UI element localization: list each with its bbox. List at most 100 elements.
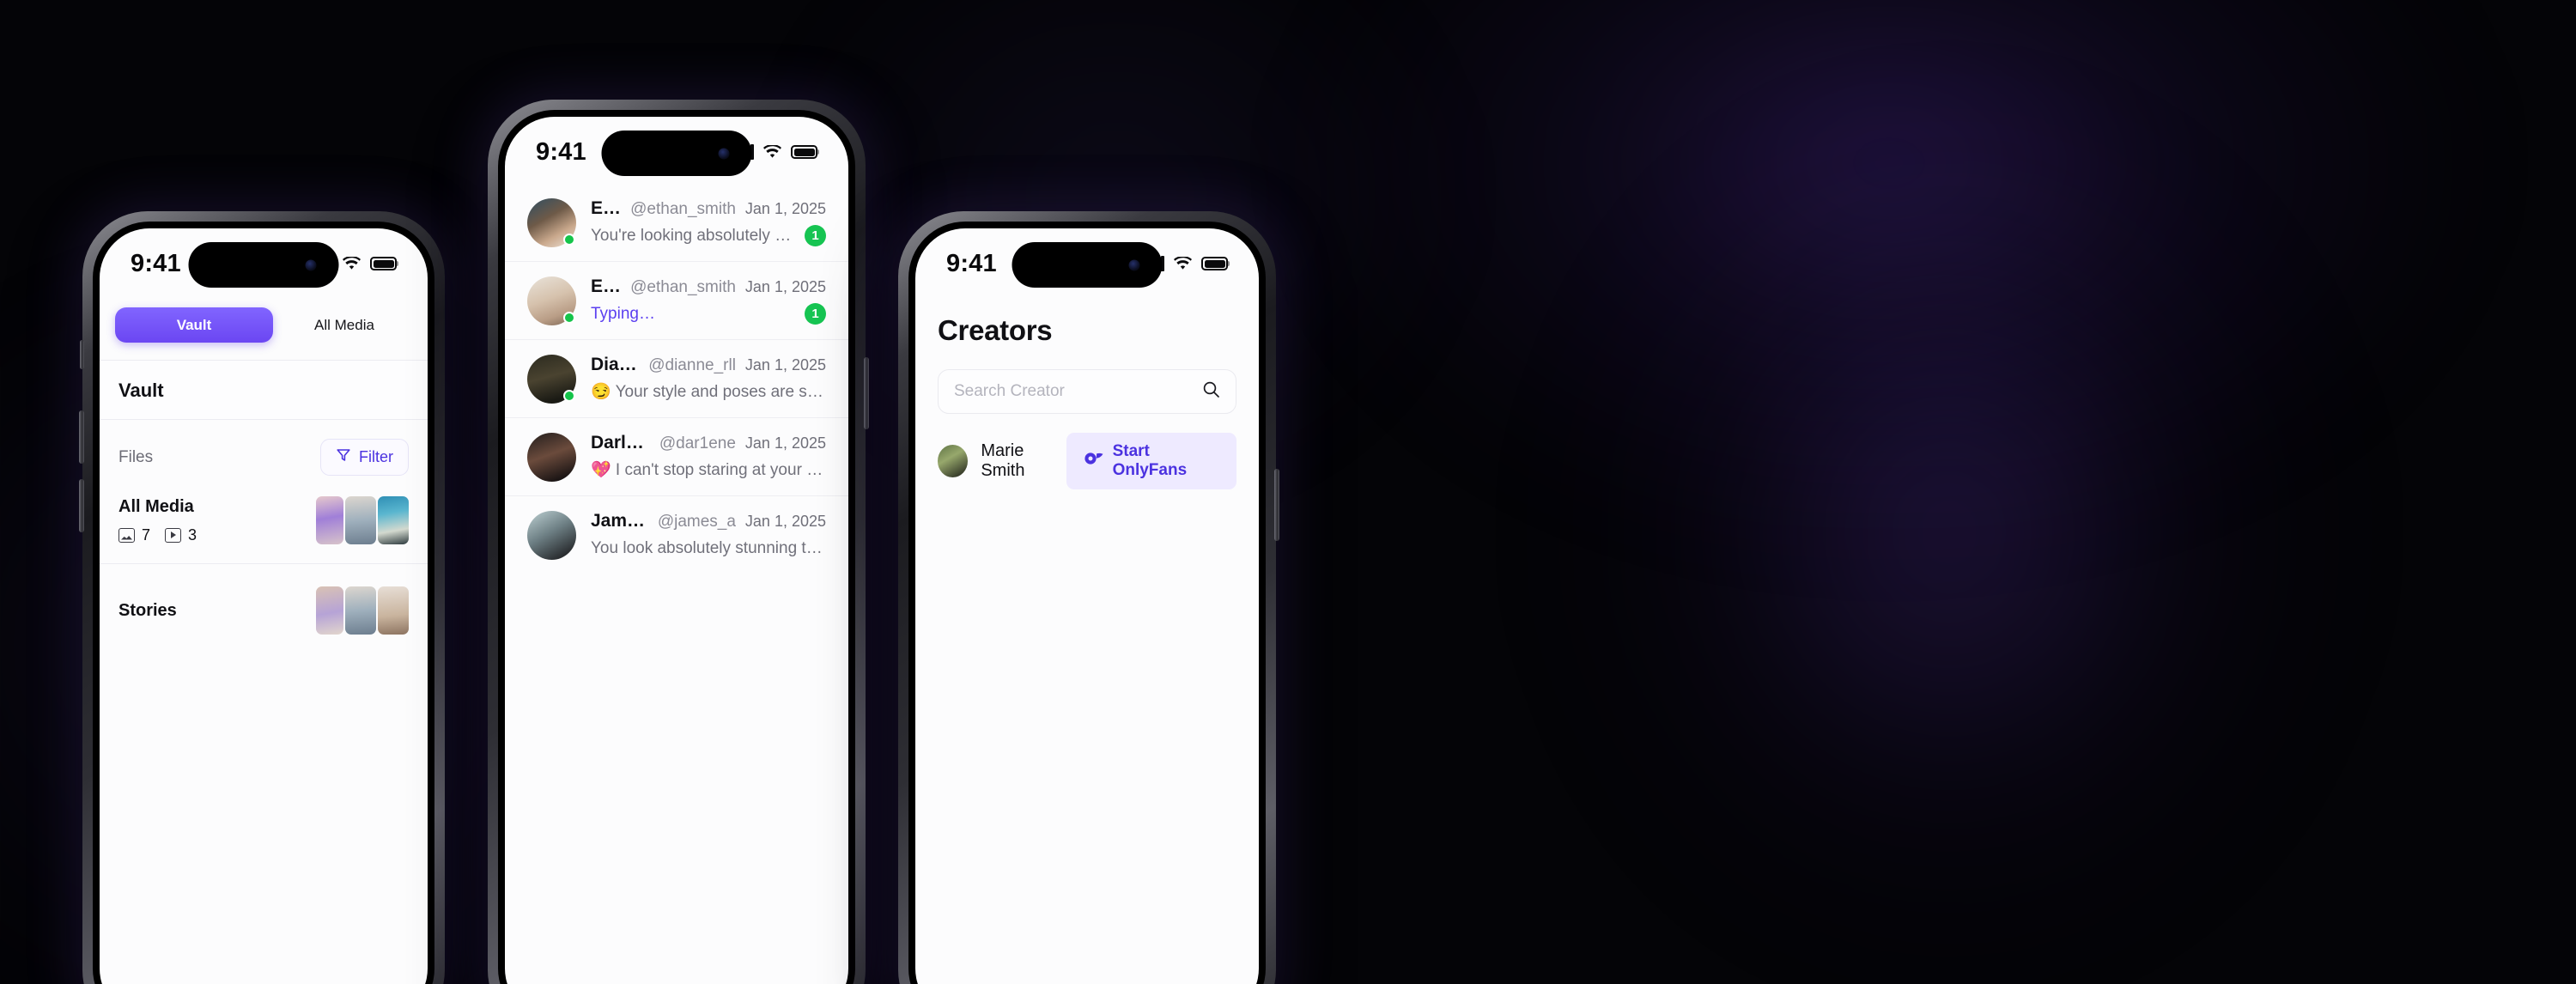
creator-name: Marie Smith [981,441,1025,480]
thumbnail [345,496,376,544]
search-creator-field[interactable] [938,369,1236,414]
front-camera-icon [718,148,730,159]
status-time: 9:41 [946,249,997,277]
conversation-row[interactable]: Darlene Robert… @dar1ene Jan 1, 2025 💖 I… [505,418,848,496]
thumbnail [316,586,343,635]
phone-center-screen: 9:41 Eth @ethan_smith Jan 1, 2025 You're… [505,117,848,984]
page-title-vault: Vault [100,360,428,420]
dynamic-island [188,242,339,288]
filter-button[interactable]: Filter [320,439,409,476]
battery-icon [1201,257,1228,270]
status-bar-right: 9:41 [915,228,1259,295]
wifi-icon [343,257,361,270]
conversation-handle: @dar1ene [659,434,736,453]
online-status-dot [563,312,575,324]
status-time: 9:41 [536,137,586,166]
conversation-date: Jan 1, 2025 [744,356,826,374]
vault-item-stories[interactable]: Stories [100,564,428,635]
battery-icon [370,257,397,270]
conversation-handle: @ethan_smith [630,278,736,296]
thumbnail [378,586,409,635]
wifi-icon [1174,257,1192,270]
funnel-filter-icon [336,447,351,467]
front-camera-icon [1128,259,1140,270]
battery-icon [791,145,817,159]
status-time: 9:41 [131,249,181,277]
photo-count: 7 [142,525,151,544]
conversation-date: Jan 1, 2025 [744,434,826,452]
conversation-handle: @james_a [657,513,736,531]
conversation-name: James Anderson [591,511,648,531]
conversation-row[interactable]: James Anderson @james_a Jan 1, 2025 You … [505,496,848,574]
vault-item-thumbnails [316,496,409,544]
search-input[interactable] [954,382,1202,401]
conversation-date: Jan 1, 2025 [744,278,826,295]
phone-left-screen: 9:41 Vault All Media Vault Files Filter … [100,228,428,984]
conversation-handle: @ethan_smith [630,200,736,218]
video-play-icon [165,527,182,543]
thumbnail [316,496,343,544]
phone-left-volume-down [79,479,84,532]
conversation-name: Ethan Smith [591,198,621,218]
page-title-creators: Creators [938,314,1053,346]
phone-mockup-center: 9:41 Eth @ethan_smith Jan 1, 2025 You're… [488,100,869,984]
tab-vault[interactable]: Vault [115,307,273,343]
phone-mockup-right: 9:41 Creators Search Creator Marie Smith… [898,211,1279,984]
tab-all-media[interactable]: All Media [276,307,412,343]
conversation-row[interactable]: Ethan Smith @ethan_smith Jan 1, 2025 Typ… [505,262,848,340]
background-glow-top-right [1288,0,2490,550]
conversation-preview: 💖 I can't stop staring at your photos—th… [591,461,826,479]
conversation-preview: You look absolutely stunning today 😍. I … [591,539,826,557]
background-glow-right [1563,103,2336,962]
avatar [527,433,576,482]
unread-badge: 1 [805,225,826,246]
start-onlyfans-label: Start OnlyFans [1112,442,1188,479]
thumbnail [378,496,409,544]
conversation-list: Ethan Smith @ethan_smith Jan 1, 2025 You… [505,184,848,574]
status-bar-left: 9:41 [100,228,428,295]
conversation-date: Jan 1, 2025 [744,513,826,530]
conversation-handle: @dianne_rll [648,356,736,374]
online-status-dot [563,234,575,246]
conversation-preview: You're looking absolutely gorgeous to… [591,226,796,245]
vault-item-counts: 7 3 [118,526,197,544]
onlyfans-logo-icon [1084,451,1103,471]
conversation-row[interactable]: Ethan Smith @ethan_smith Jan 1, 2025 You… [505,184,848,262]
phone-right-power-button [1274,469,1279,541]
dynamic-island [1012,242,1163,288]
phone-left-volume-up [79,410,84,464]
avatar [527,511,576,560]
phone-mockup-left: 9:41 Vault All Media Vault Files Filter … [79,211,445,984]
conversation-row[interactable]: Dianne Russell @dianne_rll Jan 1, 2025 😏… [505,340,848,418]
vault-segmented-control: Vault All Media [100,295,428,360]
front-camera-icon [305,259,317,270]
phone-center-power-button [864,357,869,429]
video-count: 3 [188,525,197,544]
avatar [938,445,969,477]
phone-left-silent-switch [80,340,84,369]
conversation-preview: 😏 Your style and poses are so unique, an… [591,383,826,401]
photo-icon [118,527,135,543]
conversation-name: Ethan Smith [591,276,621,296]
vault-item-thumbnails [316,586,409,635]
filter-button-label: Filter [359,448,393,465]
dynamic-island [601,131,752,176]
status-bar-center: 9:41 [505,117,848,184]
search-icon[interactable] [1202,380,1220,403]
conversation-preview: Typing… [591,304,655,323]
start-onlyfans-button[interactable]: Start OnlyFans [1066,433,1236,489]
vault-item-title: Stories [118,600,177,620]
conversation-date: Jan 1, 2025 [744,200,826,217]
wifi-icon [763,145,781,159]
vault-item-all-media[interactable]: All Media 7 3 [100,491,428,564]
vault-item-title: All Media [118,496,194,516]
conversation-name: Darlene Robert… [591,433,650,453]
files-label: Files [118,447,154,466]
unread-badge: 1 [805,303,826,325]
online-status-dot [563,390,575,402]
files-toolbar: Files Filter [100,420,428,491]
conversation-name: Dianne Russell [591,355,639,374]
phone-right-screen: 9:41 Creators Search Creator Marie Smith… [915,228,1259,984]
thumbnail [345,586,376,635]
creator-row[interactable]: Marie Smith Start OnlyFans [915,414,1259,489]
